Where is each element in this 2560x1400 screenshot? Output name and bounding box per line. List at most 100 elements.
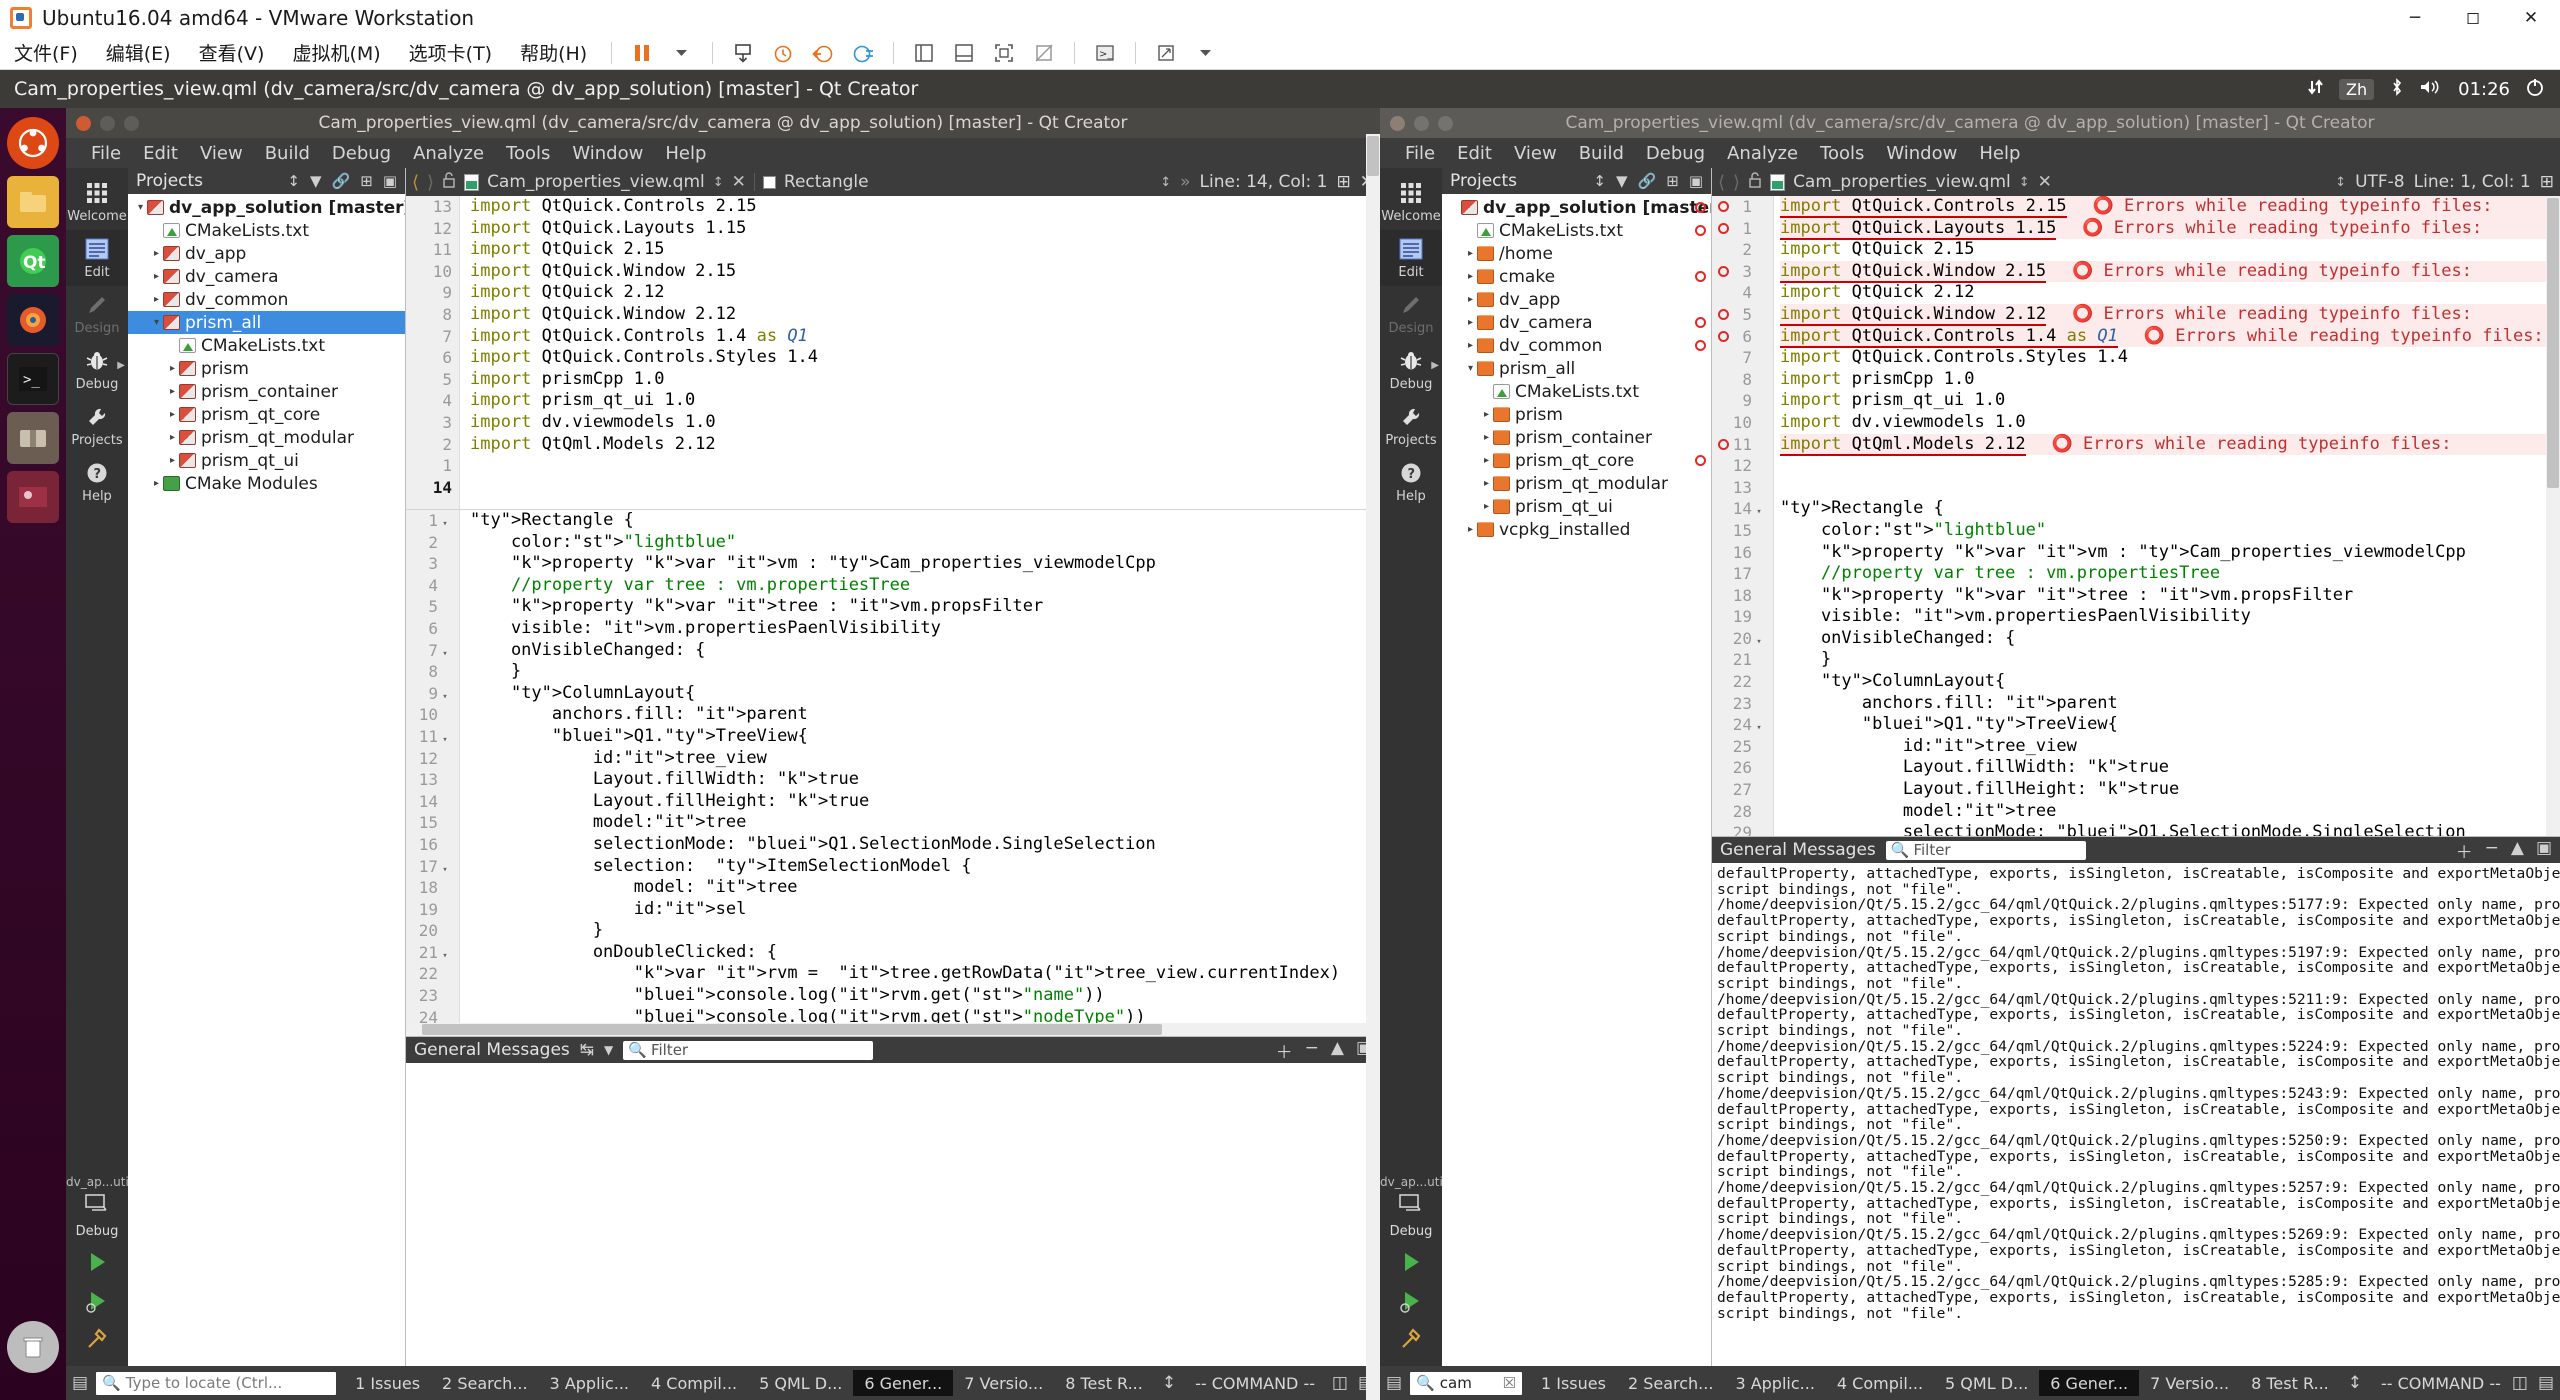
chevron-icon[interactable]: ▸ bbox=[166, 386, 179, 397]
chevron-icon[interactable]: ▸ bbox=[150, 271, 163, 282]
right-locator-input[interactable]: 🔍 cam ☒ bbox=[1410, 1372, 1522, 1395]
menu-tools[interactable]: Tools bbox=[495, 143, 561, 164]
code-line[interactable]: Layout.fillHeight: "k">true bbox=[470, 791, 1380, 813]
close-icon[interactable]: ▣ bbox=[2536, 838, 2552, 863]
hammer-icon[interactable] bbox=[66, 1327, 128, 1358]
sidebar-item-qmldebug[interactable]: 5 QML D... bbox=[748, 1370, 853, 1396]
chevron-icon[interactable]: ▸ bbox=[150, 248, 163, 259]
right-code-area[interactable]: 11234567891011121314▾151617181920▾212223… bbox=[1712, 196, 2560, 836]
power-icon[interactable] bbox=[2526, 78, 2544, 101]
mode-projects[interactable]: Projects bbox=[66, 398, 128, 454]
sidebar-item-application[interactable]: 3 Applic... bbox=[1724, 1370, 1825, 1396]
tree-item[interactable]: ▸dv_common bbox=[128, 288, 405, 311]
tree-item[interactable]: ▸dv_app bbox=[1442, 288, 1711, 311]
code-line[interactable] bbox=[1780, 477, 2560, 499]
debug-play-icon[interactable] bbox=[1380, 1288, 1442, 1319]
close-pane-icon[interactable]: ▣ bbox=[1689, 172, 1703, 190]
mode-help[interactable]: ? Help bbox=[66, 454, 128, 510]
menu-debug[interactable]: Debug bbox=[321, 143, 402, 164]
chevron-icon[interactable]: ▸ bbox=[1480, 501, 1493, 512]
code-line[interactable]: import QtQuick.Controls 2.15 bbox=[470, 196, 1380, 218]
right-code-lines[interactable]: import QtQuick.Controls 2.15⭕ Errors whi… bbox=[1774, 196, 2560, 836]
right-editor-filename[interactable]: Cam_properties_view.qml bbox=[1793, 172, 2011, 192]
code-line[interactable]: color:"st">"lightblue" bbox=[470, 532, 1380, 554]
tree-item[interactable]: ▸dv_camera bbox=[1442, 311, 1711, 334]
maximize-icon[interactable]: ▲ bbox=[1331, 1038, 1344, 1063]
console-icon[interactable]: >_ bbox=[1088, 40, 1122, 66]
sidebar-item-general[interactable]: 6 Gener... bbox=[853, 1370, 953, 1396]
chevron-icon[interactable]: ▸ bbox=[1480, 455, 1493, 466]
left-minimize-button[interactable] bbox=[100, 116, 115, 131]
files-icon[interactable] bbox=[7, 176, 59, 228]
code-line[interactable]: //property var tree : vm.propertiesTree bbox=[470, 575, 1380, 597]
updown-icon[interactable]: ↕ bbox=[1154, 1373, 1184, 1393]
bluetooth-icon[interactable] bbox=[2390, 78, 2404, 101]
code-line[interactable]: onVisibleChanged: { bbox=[1780, 628, 2560, 650]
split-icon[interactable]: ⊞ bbox=[2540, 172, 2554, 192]
menu-analyze[interactable]: Analyze bbox=[402, 143, 495, 164]
chevron-icon[interactable]: ▸ bbox=[1464, 271, 1477, 282]
code-line[interactable]: import QtQuick.Layouts 1.15 bbox=[470, 218, 1380, 240]
tree-item[interactable]: ▸prism_qt_modular bbox=[128, 426, 405, 449]
chevron-icon[interactable]: ▸ bbox=[150, 294, 163, 305]
show-library-icon[interactable] bbox=[907, 40, 941, 66]
file-dropdown-icon[interactable]: ↕ bbox=[713, 175, 724, 190]
code-line[interactable]: "bluei">console.log("it">rvm.get("st">"n… bbox=[470, 985, 1380, 1007]
menu-edit[interactable]: Edit bbox=[1446, 143, 1503, 164]
tree-item[interactable]: dv_app_solution [master] bbox=[1442, 196, 1711, 219]
chevron-icon[interactable]: ▸ bbox=[1480, 432, 1493, 443]
code-line[interactable]: id:"it">tree_view bbox=[1780, 736, 2560, 758]
close-button[interactable]: ✕ bbox=[2502, 0, 2560, 36]
menu-help[interactable]: Help bbox=[654, 143, 717, 164]
tree-item[interactable]: ▸vcpkg_installed bbox=[1442, 518, 1711, 541]
code-line[interactable]: //property var tree : vm.propertiesTree bbox=[1780, 563, 2560, 585]
sidebar-item-version[interactable]: 7 Versio... bbox=[953, 1370, 1054, 1396]
chevron-icon[interactable]: ▸ bbox=[150, 478, 163, 489]
code-line[interactable]: import QtQuick.Window 2.15 bbox=[470, 261, 1380, 283]
code-line[interactable]: anchors.fill: "it">parent bbox=[470, 704, 1380, 726]
sidebar-item-testresults[interactable]: 8 Test R... bbox=[2240, 1370, 2340, 1396]
tree-item[interactable]: CMakeLists.txt bbox=[128, 219, 405, 242]
split-icon[interactable]: ⊞ bbox=[1337, 172, 1351, 192]
chevron-icon[interactable]: ▸ bbox=[166, 363, 179, 374]
chevron-icon[interactable]: ▾ bbox=[1464, 363, 1477, 374]
tree-item[interactable]: ▸prism_container bbox=[128, 380, 405, 403]
code-line[interactable]: import prism_qt_ui 1.0 bbox=[470, 390, 1380, 412]
keyboard-indicator[interactable]: Zh bbox=[2339, 79, 2374, 100]
tree-item[interactable]: ▸cmake bbox=[1442, 265, 1711, 288]
wrap-lines-icon[interactable]: ↹ bbox=[580, 1040, 594, 1060]
minus-icon[interactable]: − bbox=[1305, 1038, 1319, 1063]
dropdown-caret-icon[interactable] bbox=[665, 40, 699, 66]
code-line[interactable]: import QtQuick.Controls.Styles 1.4 bbox=[470, 347, 1380, 369]
close-pane-icon[interactable]: ▣ bbox=[383, 172, 397, 190]
error-marker-icon[interactable] bbox=[1718, 309, 1729, 320]
toggle-sidebar-icon[interactable]: ▤ bbox=[1386, 1373, 1402, 1393]
code-line[interactable] bbox=[470, 455, 1380, 477]
code-line[interactable]: } bbox=[470, 920, 1380, 942]
chevron-icon[interactable]: ▸ bbox=[166, 432, 179, 443]
menu-view[interactable]: View bbox=[1503, 143, 1568, 164]
close-icon[interactable]: ✕ bbox=[732, 172, 746, 192]
link-icon[interactable]: 🔗 bbox=[1638, 172, 1657, 190]
right-close-button[interactable] bbox=[1390, 116, 1405, 131]
tree-item[interactable]: ▸prism bbox=[128, 357, 405, 380]
chevron-icon[interactable]: ▸ bbox=[1480, 478, 1493, 489]
computer-icon[interactable] bbox=[66, 1193, 128, 1220]
right-output-filter[interactable]: 🔍 Filter bbox=[1886, 841, 2086, 860]
photo-icon[interactable] bbox=[7, 471, 59, 523]
sidebar-item-compile[interactable]: 4 Compil... bbox=[640, 1370, 748, 1396]
chevron-icon[interactable]: ▸ bbox=[1464, 294, 1477, 305]
minimize-button[interactable]: ─ bbox=[2386, 0, 2444, 36]
ubuntu-dash-icon[interactable] bbox=[7, 117, 59, 169]
chevron-icon[interactable]: ▸ bbox=[1464, 524, 1477, 535]
code-line[interactable]: "k">property "k">var "it">tree : "it">vm… bbox=[1780, 585, 2560, 607]
plus-icon[interactable]: ＋ bbox=[1276, 1038, 1293, 1063]
back-arrow-icon[interactable]: ⟨ bbox=[412, 172, 419, 193]
code-line[interactable]: Layout.fillWidth: "k">true bbox=[1780, 757, 2560, 779]
tree-item[interactable]: CMakeLists.txt bbox=[128, 334, 405, 357]
clock[interactable]: 01:26 bbox=[2458, 79, 2510, 100]
code-line[interactable]: "bluei">Q1."ty">TreeView{ bbox=[1780, 714, 2560, 736]
menu-tools[interactable]: Tools bbox=[1809, 143, 1875, 164]
code-line[interactable]: color:"st">"lightblue" bbox=[1780, 520, 2560, 542]
tree-item[interactable]: CMakeLists.txt bbox=[1442, 219, 1711, 242]
